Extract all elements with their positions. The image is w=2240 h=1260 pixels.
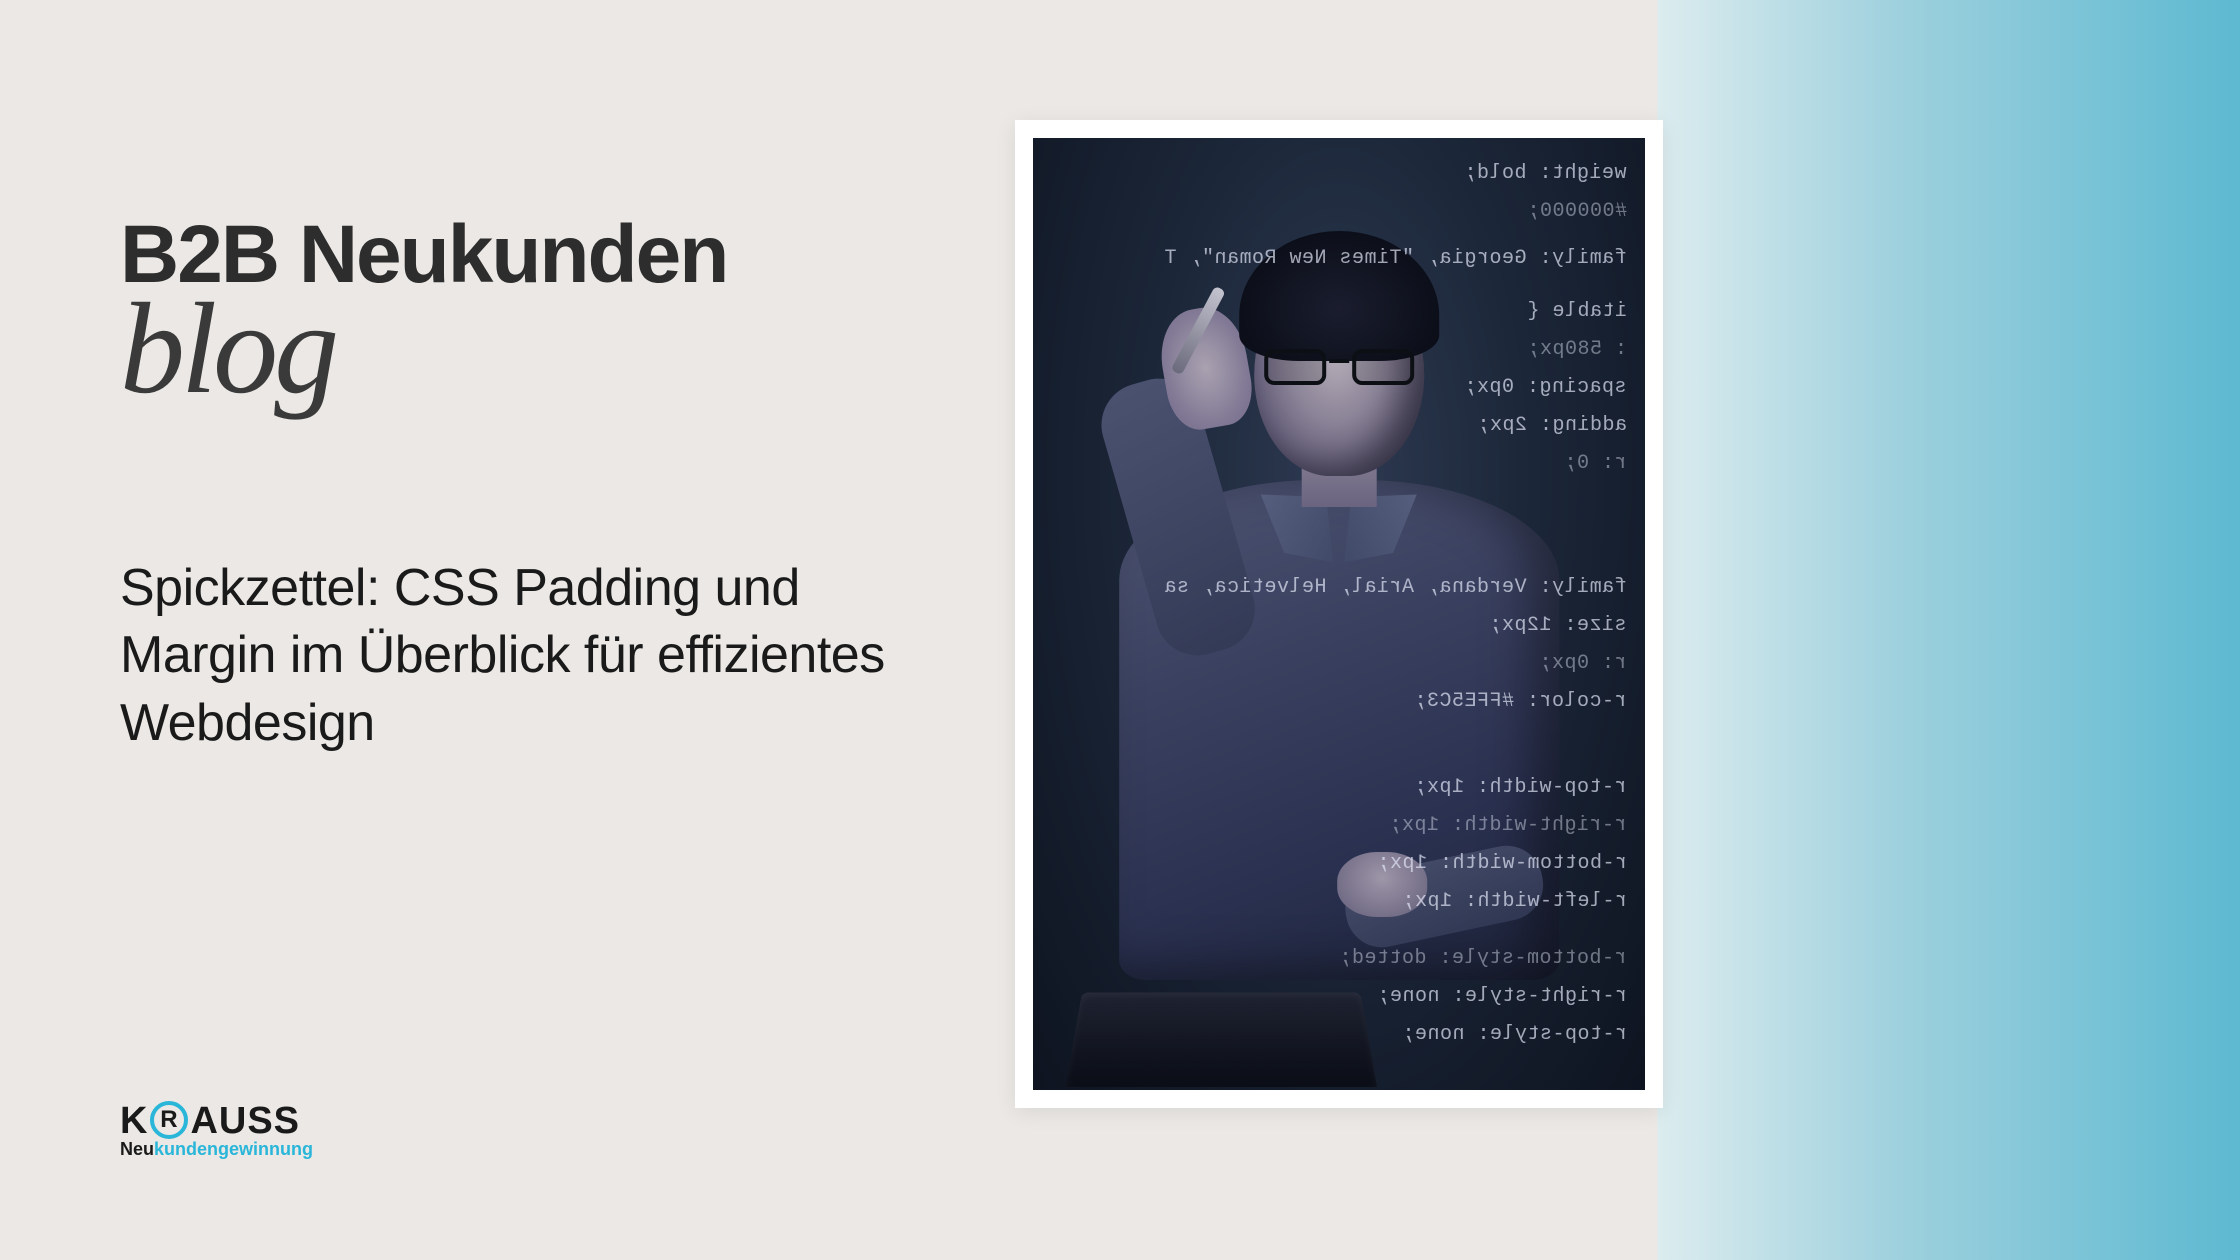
logo-r-badge-icon: R [150,1101,188,1139]
person-illustration [1094,214,1584,1071]
code-line: weight: bold; [1464,162,1627,185]
logo-sub-highlight: kundengewinnung [154,1139,313,1159]
keyboard-icon [1066,992,1377,1087]
heading-script: blog [120,294,940,405]
hero-photo: weight: bold;#000000;family: Georgia, "T… [1033,138,1645,1090]
logo-text-post: AUSS [190,1100,300,1143]
logo-subtext: Neukundengewinnung [120,1139,313,1160]
logo-text-pre: K [120,1100,148,1143]
article-subtitle: Spickzettel: CSS Padding und Margin im Ü… [120,555,940,758]
logo-wordmark: K R AUSS [120,1100,313,1143]
glasses-icon [1264,347,1414,387]
hero-photo-frame: weight: bold;#000000;family: Georgia, "T… [1015,120,1663,1108]
brand-logo: K R AUSS Neukundengewinnung [120,1100,313,1160]
logo-sub-dark: Neu [120,1139,154,1159]
